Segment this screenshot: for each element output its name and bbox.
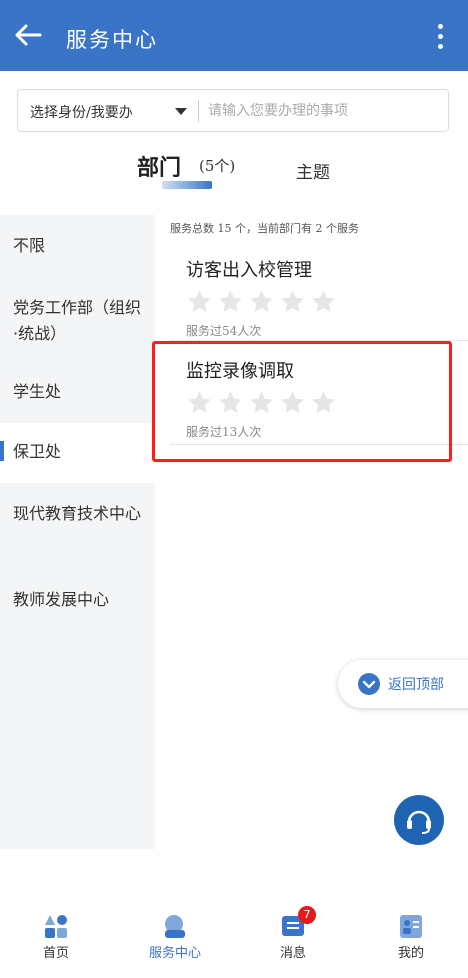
highlight-box <box>152 341 452 462</box>
sidebar-item-label: 保卫处 <box>13 442 62 461</box>
star-icon <box>312 290 335 312</box>
service-summary: 服务总数 15 个，当前部门有 2 个服务 <box>170 222 359 235</box>
tab-topic[interactable]: 主题 <box>296 158 330 183</box>
search-input[interactable] <box>208 98 438 124</box>
dropdown-caret-icon[interactable] <box>175 108 187 115</box>
active-marker <box>0 441 4 461</box>
back-to-top-label: 返回顶部 <box>388 677 444 693</box>
department-sidebar: 不限 党务工作部（组织·统战） 学生处 保卫处 现代教育技术中心 教师发展中心 <box>0 215 155 849</box>
star-icon <box>188 290 211 312</box>
service-name: 访客出入校管理 <box>186 260 312 281</box>
nav-label: 我的 <box>397 946 424 961</box>
customer-service-button[interactable] <box>394 795 444 845</box>
nav-messages[interactable]: 7 消息 <box>248 906 338 961</box>
sidebar-item-student-affairs[interactable]: 学生处 <box>0 379 155 405</box>
nav-label: 首页 <box>42 946 69 961</box>
back-to-top-button[interactable]: 返回顶部 <box>338 660 468 708</box>
sidebar-item-label: 教师发展中心 <box>13 590 110 609</box>
tab-department[interactable]: 部门 <box>137 150 181 182</box>
headset-icon <box>407 810 431 834</box>
bottom-navigation: 首页 服务中心 7 消息 我的 <box>0 900 468 978</box>
page-title: 服务中心 <box>66 28 158 52</box>
identity-select[interactable]: 选择身份/我要办 <box>30 102 133 122</box>
search-bar: 选择身份/我要办 <box>17 89 449 132</box>
profile-card-icon <box>396 912 426 940</box>
tab-department-count: (5个) <box>199 157 236 175</box>
active-tab-indicator <box>162 181 212 189</box>
star-icon <box>219 290 242 312</box>
sidebar-item-party-affairs[interactable]: 党务工作部（组织·统战） <box>0 295 155 347</box>
nav-label: 消息 <box>279 946 306 961</box>
sidebar-item-edu-tech-center[interactable]: 现代教育技术中心 <box>0 501 155 527</box>
more-vertical-icon[interactable] <box>438 24 444 50</box>
nav-mine[interactable]: 我的 <box>366 912 456 961</box>
star-icon <box>281 290 304 312</box>
home-icon <box>41 912 71 940</box>
message-badge: 7 <box>298 906 316 924</box>
nav-home[interactable]: 首页 <box>11 912 101 961</box>
sidebar-item-security[interactable]: 保卫处 <box>0 423 155 483</box>
nav-service-center[interactable]: 服务中心 <box>130 912 220 961</box>
service-usage: 服务过54人次 <box>186 324 262 338</box>
sidebar-item-label: 不限 <box>13 236 46 255</box>
sidebar-item-unlimited[interactable]: 不限 <box>0 233 155 259</box>
sidebar-item-label: 现代教育技术中心 <box>13 504 142 523</box>
service-center-icon <box>160 912 190 940</box>
star-icon <box>250 290 273 312</box>
message-icon: 7 <box>278 906 316 940</box>
back-arrow-icon[interactable] <box>14 24 42 46</box>
sidebar-item-label: 党务工作部（组织·统战） <box>13 298 142 343</box>
app-bar: 服务中心 <box>0 0 468 71</box>
search-divider <box>198 100 199 122</box>
category-tabs: 部门 (5个) 主题 <box>0 145 468 195</box>
service-card-visitor[interactable]: 访客出入校管理 服务过54人次 <box>186 256 468 339</box>
rating-stars <box>186 288 468 318</box>
chevron-up-icon <box>358 673 380 695</box>
nav-label: 服务中心 <box>148 946 201 961</box>
sidebar-item-teacher-dev-center[interactable]: 教师发展中心 <box>0 587 155 613</box>
sidebar-item-label: 学生处 <box>13 382 62 401</box>
